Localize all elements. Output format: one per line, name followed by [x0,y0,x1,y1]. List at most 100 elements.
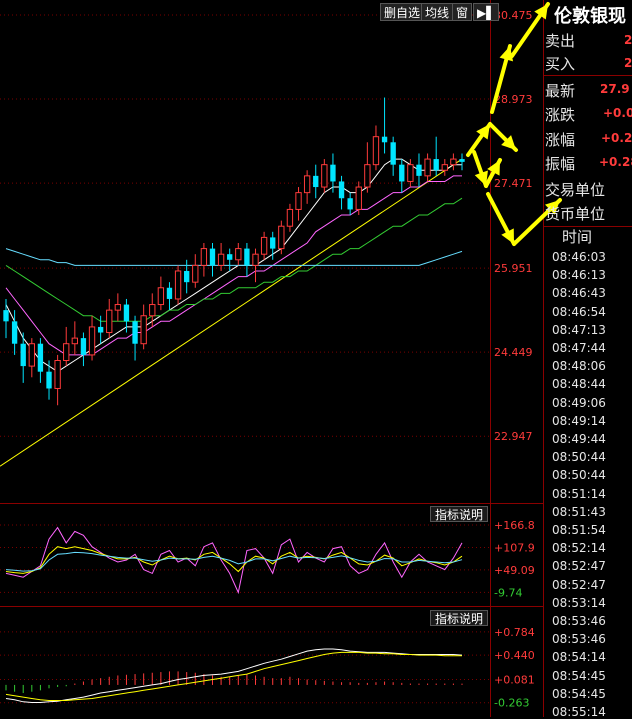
window-button[interactable]: 窗 [452,3,473,21]
time-list-item: 08:49:44 [552,432,606,446]
candle-body [3,310,9,322]
candle-body [132,321,138,344]
candle-body [37,343,44,372]
candle-body [313,175,319,188]
macd-tick-label: +0.440 [494,649,535,662]
candle-body [140,315,147,345]
candle-body [441,164,448,171]
macd-tick-label: +0.081 [494,673,535,686]
chart-frame [0,0,632,717]
candle-body [338,181,345,199]
candle-body [80,338,87,355]
candle-body [407,164,414,182]
macd-tick-label: +0.784 [494,626,535,639]
candle-body [28,343,35,367]
change-label: 涨跌 [545,106,576,124]
candle-body [11,321,18,344]
time-list-item: 08:53:46 [552,614,606,628]
ma-line-ma_green [5,197,463,322]
price-tick-label: 25.951 [494,262,533,275]
candle-body [192,264,199,283]
latest-label: 最新 [545,82,576,100]
time-list-item: 08:52:47 [552,577,606,592]
nav-right-icon[interactable]: ▶▌ [473,3,500,21]
candle-body [424,158,431,177]
candle-body [227,254,233,260]
change-pct-label: 涨幅 [545,131,576,149]
ma-line-ma_cyan [5,248,463,266]
candle-body [295,192,302,210]
candle-body [416,164,422,176]
currency-unit-label: 货币单位 [545,205,606,223]
candle-body [88,326,96,356]
candle-body [244,248,250,266]
candle-body [303,175,311,194]
time-list-item: 08:47:44 [552,341,606,355]
time-list-item: 08:47:13 [552,322,606,337]
osc-series-line [5,546,463,574]
candle-body [200,248,208,266]
candle-body [330,164,336,182]
time-list-item: 08:50:44 [552,468,606,483]
candle-body [286,208,294,227]
indicator-info-button[interactable]: 指标说明 [430,506,489,522]
candle-body [399,164,405,182]
amplitude-value: +0.28 [599,155,632,169]
time-list-item: 08:52:14 [552,541,606,556]
candle-body [270,237,276,249]
candlestick-plot [0,97,465,467]
candle-body [252,253,259,266]
oscillator-axis: +166.8 +107.9 +49.09 -9.74 [494,519,535,599]
candle-body [71,337,78,345]
candle-body [372,136,380,166]
osc-tick-label: -9.74 [494,586,522,599]
time-list-item: 08:46:43 [552,286,606,301]
time-column-header: 时间 [562,228,593,246]
macd-tick-label: -0.263 [494,697,529,710]
time-list-item: 08:46:13 [552,268,606,283]
time-list-item: 08:51:54 [552,523,606,537]
amplitude-label: 振幅 [545,155,576,173]
candle-body [157,287,165,306]
candle-body [390,142,396,165]
candle-body [97,326,104,333]
candle-body [364,164,371,188]
indicator-info-button-2[interactable]: 指标说明 [430,610,489,626]
time-list-item: 08:50:44 [552,450,606,465]
candle-body [20,343,26,367]
buy-value: 2 [624,56,632,70]
price-tick-label: 24.449 [494,346,533,359]
macd-plot [0,631,490,704]
candle-body [63,343,70,362]
time-list-item: 08:53:46 [552,632,606,647]
change-value: +0.0 [603,106,632,120]
candle-body [459,159,465,162]
moving-average-button[interactable]: 均线 [421,3,454,21]
time-list-item: 08:48:06 [552,359,606,374]
macd-axis: +0.784 +0.440 +0.081 -0.263 [494,626,535,710]
candle-body [450,158,457,166]
candle-body [166,287,173,299]
price-tick-label: 28.973 [494,93,533,106]
delete-watchlist-button[interactable]: 删自选 [380,3,425,21]
time-list-item: 08:54:45 [552,668,606,683]
instrument-title: 伦敦银现 [554,6,626,27]
time-list-item: 08:54:45 [552,686,606,701]
osc-series-line [5,526,463,595]
price-axis: 30.475 28.973 27.471 25.951 24.449 22.947 [494,9,533,443]
candle-body [278,225,285,250]
candle-body [149,304,156,317]
trade-unit-label: 交易单位 [545,181,606,199]
sell-value: 2 [624,33,632,47]
candle-body [123,304,130,322]
time-list-item: 08:49:14 [552,413,606,428]
candle-body [114,304,122,311]
change-pct-value: +0.2 [601,131,632,145]
osc-tick-label: +49.09 [494,564,535,577]
time-list-item: 08:46:54 [552,304,606,319]
time-list-item: 08:49:06 [552,395,606,410]
price-tick-label: 27.471 [494,177,533,190]
main-grid [0,14,490,437]
trend-line [0,158,463,467]
candle-body [184,270,190,283]
